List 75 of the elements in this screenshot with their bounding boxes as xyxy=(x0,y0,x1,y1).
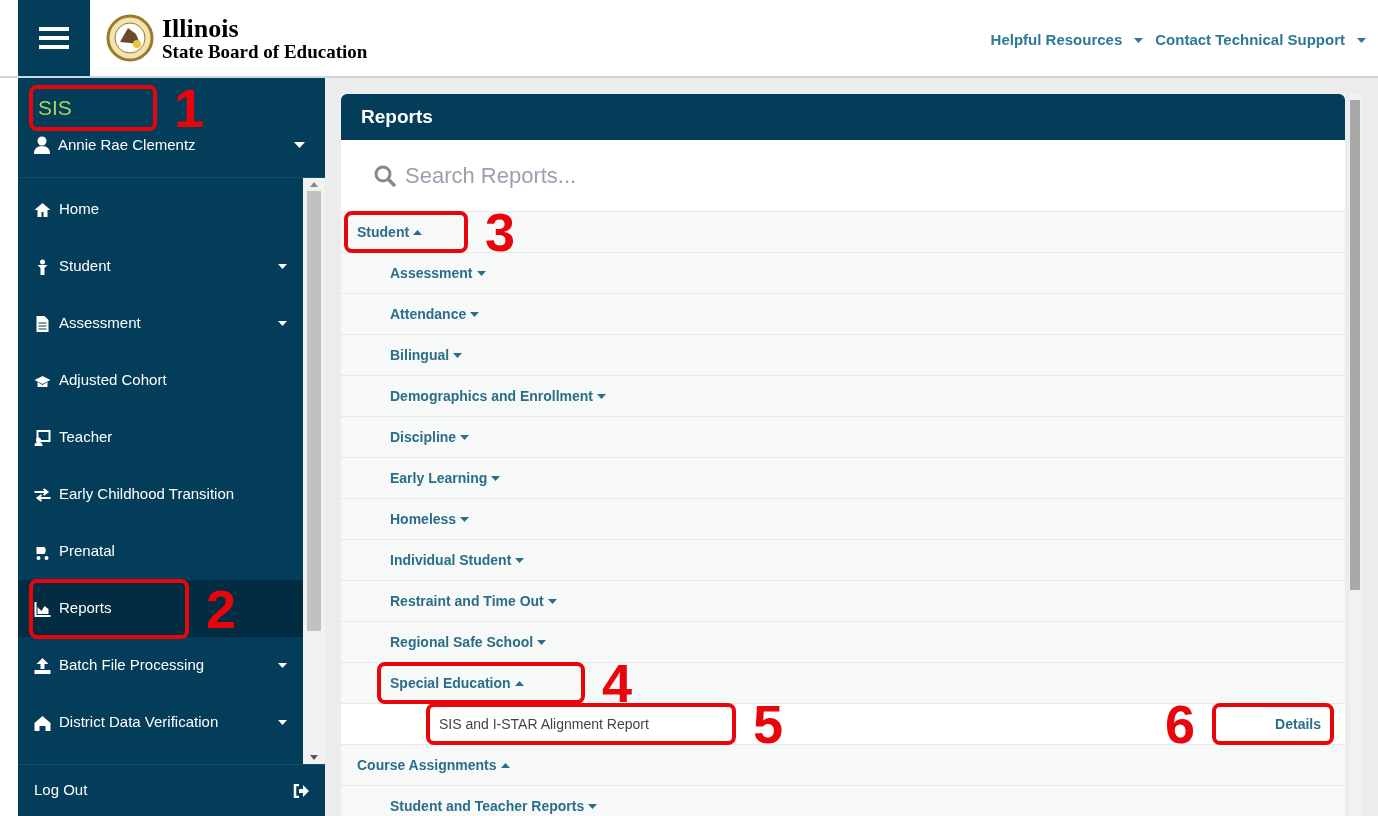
sidebar-item[interactable]: Home xyxy=(18,181,303,238)
app-name: SIS xyxy=(38,95,72,122)
swap-arrows-icon xyxy=(34,486,51,503)
caret-icon xyxy=(547,598,557,604)
category-toggle[interactable]: Special Education xyxy=(382,667,580,699)
sidebar-item[interactable]: Batch File Processing xyxy=(18,637,303,694)
annotation-number: 2 xyxy=(206,581,237,636)
category-toggle[interactable]: Bilingual xyxy=(382,339,471,371)
caret-icon xyxy=(491,475,501,481)
user-name: Annie Rae Clementz xyxy=(58,135,196,155)
category-toggle[interactable]: Homeless xyxy=(382,503,478,535)
sidebar-item[interactable]: Teacher xyxy=(18,409,303,466)
annotation-number: 4 xyxy=(602,656,633,710)
caret-icon xyxy=(588,803,598,809)
caret-icon xyxy=(453,352,463,358)
caret-icon xyxy=(1134,37,1144,43)
scroll-up-icon[interactable] xyxy=(310,182,318,187)
header-link[interactable]: Contact Technical Support xyxy=(1155,28,1366,52)
logout-link[interactable]: Log Out xyxy=(34,779,88,802)
user-icon xyxy=(34,136,50,155)
seal-icon xyxy=(106,14,154,62)
details-link[interactable]: Details xyxy=(1217,708,1329,740)
home-icon xyxy=(34,201,51,218)
caret-icon xyxy=(476,270,486,276)
scrollbar[interactable] xyxy=(1349,94,1361,816)
category-toggle[interactable]: Attendance xyxy=(382,298,488,330)
category-toggle[interactable]: Discipline xyxy=(382,421,478,453)
menu-icon xyxy=(39,25,69,51)
search-icon xyxy=(373,163,397,188)
category-toggle[interactable]: Course Assignments xyxy=(349,749,518,781)
annotation-number: 6 xyxy=(1164,697,1195,751)
caret-icon xyxy=(460,434,470,440)
caret-icon xyxy=(514,680,524,686)
logo-title: Illinois xyxy=(162,15,240,42)
category-toggle[interactable]: Restraint and Time Out xyxy=(382,585,565,617)
sidebar-item[interactable]: Adjusted Cohort xyxy=(18,352,303,409)
upload-icon xyxy=(34,657,51,674)
teacher-board-icon xyxy=(34,429,51,446)
report-name: SIS and I-STAR Alignment Report xyxy=(439,714,649,734)
caret-icon xyxy=(413,229,423,235)
category-toggle[interactable]: Student xyxy=(349,216,463,248)
panel-title: Reports xyxy=(361,104,433,129)
category-toggle[interactable]: Demographics and Enrollment xyxy=(382,380,615,412)
chart-icon xyxy=(34,600,51,617)
scrollbar[interactable] xyxy=(303,178,325,764)
building-icon xyxy=(34,714,51,731)
logo-subtitle: State Board of Education xyxy=(162,41,368,61)
sidebar-item[interactable]: Assessment xyxy=(18,295,303,352)
sidebar-item[interactable]: Student xyxy=(18,238,303,295)
search-field[interactable]: Search Reports... xyxy=(405,159,1313,192)
category-toggle[interactable]: Regional Safe School xyxy=(382,626,555,658)
category-toggle[interactable]: Assessment xyxy=(382,257,494,289)
logout-icon xyxy=(293,783,309,798)
category-toggle[interactable]: Early Learning xyxy=(382,462,509,494)
caret-icon xyxy=(460,516,470,522)
category-toggle[interactable]: Individual Student xyxy=(382,544,533,576)
annotation-number: 5 xyxy=(753,697,784,751)
sidebar-item[interactable]: District Data Verification xyxy=(18,694,303,751)
caret-icon xyxy=(500,762,510,768)
annotation-number: 1 xyxy=(174,81,205,135)
caret-icon xyxy=(515,557,525,563)
scroll-down-icon[interactable] xyxy=(310,755,318,760)
category-toggle[interactable]: Student and Teacher Reports xyxy=(382,790,606,816)
menu-button[interactable] xyxy=(18,0,90,76)
sidebar-item[interactable]: Prenatal xyxy=(18,523,303,580)
header-link[interactable]: Helpful Resources xyxy=(990,28,1144,52)
sidebar-item[interactable]: Early Childhood Transition xyxy=(18,466,303,523)
document-icon xyxy=(34,315,51,332)
caret-icon xyxy=(470,311,480,317)
sidebar-item[interactable]: Reports 2 xyxy=(18,580,303,637)
caret-icon xyxy=(1357,37,1366,43)
annotation-number: 3 xyxy=(485,205,516,259)
caret-icon xyxy=(537,639,547,645)
caret-icon[interactable] xyxy=(294,142,305,149)
caret-icon xyxy=(597,393,607,399)
